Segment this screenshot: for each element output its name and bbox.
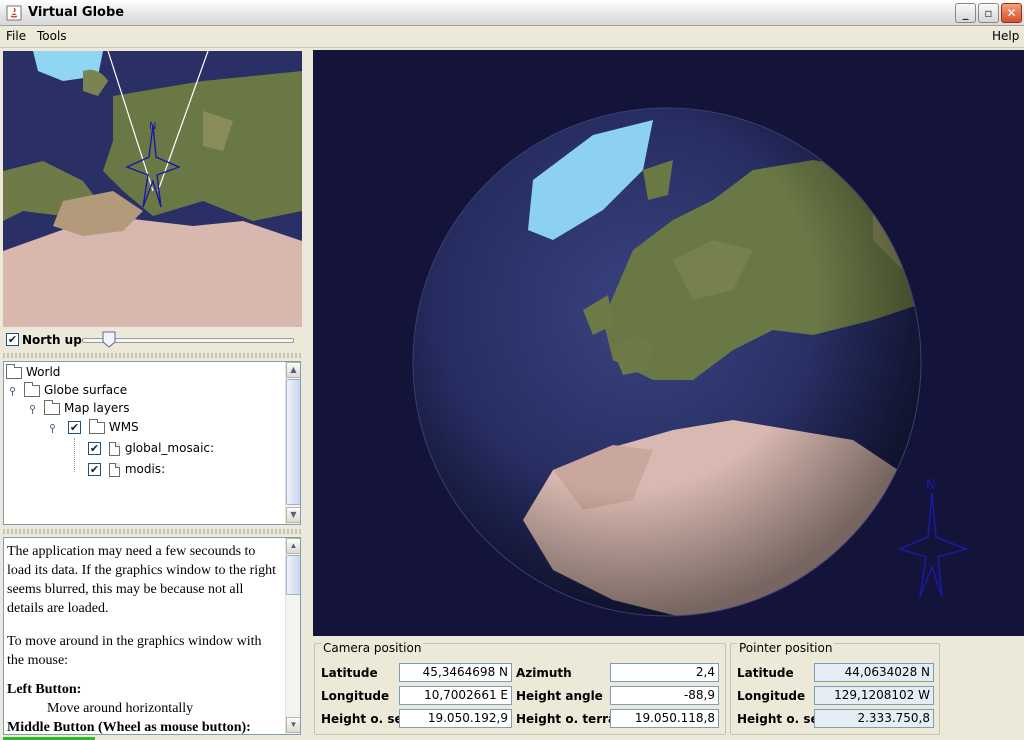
file-icon: [108, 441, 120, 456]
north-up-bar: ✔ North up: [0, 328, 304, 352]
tree-node-label: modis:: [124, 462, 166, 476]
main-compass-letter: N: [926, 478, 936, 493]
tree-node-label: World: [26, 365, 61, 379]
menu-file[interactable]: File: [6, 29, 26, 43]
help-scrollbar[interactable]: ▲ ▼: [285, 538, 300, 734]
application-window: Virtual Globe _ ▫ ✕ File Tools Help N ✔: [0, 0, 1024, 740]
north-up-checkbox[interactable]: ✔: [6, 333, 19, 346]
help-paragraph-loading: The application may need a few secounds …: [7, 544, 277, 616]
camera-height-angle-label: Height angle: [516, 689, 603, 703]
folder-icon: [24, 381, 40, 397]
splitter-top[interactable]: [3, 353, 303, 358]
help-left-button-desc: Move around horizontally: [47, 701, 194, 716]
compass-star-icon: N: [125, 121, 181, 208]
splitter-bottom[interactable]: [3, 529, 303, 534]
tree-expand-handle-icon[interactable]: [8, 387, 17, 396]
compass-star-icon: N: [897, 478, 969, 598]
scroll-down-icon[interactable]: ▼: [286, 717, 300, 733]
overview-compass-letter: N: [149, 121, 156, 132]
folder-icon: [44, 399, 60, 415]
tree-node-world[interactable]: World: [6, 363, 61, 383]
menu-bar: File Tools Help: [0, 26, 1024, 48]
tree-node-checkbox[interactable]: ✔: [88, 442, 101, 455]
scroll-down-icon[interactable]: ▼: [286, 507, 300, 523]
tree-node-label: global_mosaic:: [124, 441, 215, 455]
menu-tools[interactable]: Tools: [37, 29, 67, 43]
tree-node-wms[interactable]: ✔ WMS: [68, 418, 139, 438]
tree-node-global-mosaic[interactable]: ✔ global_mosaic:: [88, 441, 214, 459]
pointer-latitude-field: 44,0634028 N: [814, 663, 934, 682]
overview-map[interactable]: N: [3, 51, 302, 327]
tree-scroll-thumb[interactable]: [286, 379, 300, 505]
layer-tree[interactable]: World Globe surface Map layers ✔ WMS ✔ g…: [3, 361, 301, 525]
tree-node-label: Globe surface: [44, 383, 128, 397]
camera-height-sea-label: Height o. sea: [321, 712, 411, 726]
help-panel[interactable]: The application may need a few secounds …: [3, 537, 301, 735]
pointer-longitude-label: Longitude: [737, 689, 806, 703]
java-app-icon: [6, 5, 22, 21]
menu-help[interactable]: Help: [992, 29, 1019, 43]
scroll-up-icon[interactable]: ▲: [286, 362, 300, 378]
tree-expand-handle-icon[interactable]: [48, 424, 57, 433]
help-middle-button-title: Middle Button (Wheel as mouse button):: [7, 720, 251, 735]
camera-position-title: Camera position: [321, 641, 424, 655]
tree-node-label: WMS: [108, 420, 139, 434]
tree-node-globe-surface[interactable]: Globe surface: [24, 381, 128, 401]
zoom-slider-thumb[interactable]: [102, 331, 116, 348]
tree-node-checkbox[interactable]: ✔: [88, 463, 101, 476]
tree-connector: [74, 438, 75, 472]
tree-expand-handle-icon[interactable]: [28, 405, 37, 414]
pointer-longitude-field: 129,1208102 W: [814, 686, 934, 705]
camera-latitude-label: Latitude: [321, 666, 378, 680]
minimize-button[interactable]: _: [955, 3, 976, 23]
tree-node-label: Map layers: [64, 401, 130, 415]
camera-azimuth-field[interactable]: 2,4: [610, 663, 719, 682]
camera-longitude-label: Longitude: [321, 689, 390, 703]
help-scroll-thumb[interactable]: [286, 555, 300, 595]
file-icon: [108, 462, 120, 477]
pointer-position-title: Pointer position: [737, 641, 835, 655]
camera-azimuth-label: Azimuth: [516, 666, 572, 680]
window-title: Virtual Globe: [28, 5, 125, 20]
pointer-position-group: Pointer position Latitude 44,0634028 N L…: [730, 641, 940, 735]
tree-scrollbar[interactable]: ▲ ▼: [285, 362, 300, 524]
camera-height-angle-field[interactable]: -88,9: [610, 686, 719, 705]
tree-node-checkbox[interactable]: ✔: [68, 421, 81, 434]
camera-height-sea-field[interactable]: 19.050.192,9: [399, 709, 512, 728]
folder-icon: [6, 363, 22, 379]
camera-longitude-field[interactable]: 10,7002661 E: [399, 686, 512, 705]
folder-icon: [88, 418, 105, 434]
tree-node-modis[interactable]: ✔ modis:: [88, 462, 165, 480]
help-left-button-title: Left Button:: [7, 682, 82, 697]
tree-node-map-layers[interactable]: Map layers: [44, 399, 130, 419]
globe-3d-view[interactable]: N: [313, 50, 1024, 636]
camera-latitude-field[interactable]: 45,3464698 N: [399, 663, 512, 682]
pointer-height-sea-field: 2.333.750,8: [814, 709, 934, 728]
pointer-latitude-label: Latitude: [737, 666, 794, 680]
north-up-label: North up: [22, 333, 82, 347]
maximize-button[interactable]: ▫: [978, 3, 999, 23]
camera-height-terrain-field[interactable]: 19.050.118,8: [610, 709, 719, 728]
camera-position-group: Camera position Latitude 45,3464698 N Lo…: [314, 641, 726, 735]
scroll-up-icon[interactable]: ▲: [286, 538, 300, 554]
help-paragraph-mouse: To move around in the graphics window wi…: [7, 634, 262, 668]
title-bar[interactable]: Virtual Globe _ ▫ ✕: [0, 0, 1024, 26]
close-button[interactable]: ✕: [1001, 3, 1022, 23]
